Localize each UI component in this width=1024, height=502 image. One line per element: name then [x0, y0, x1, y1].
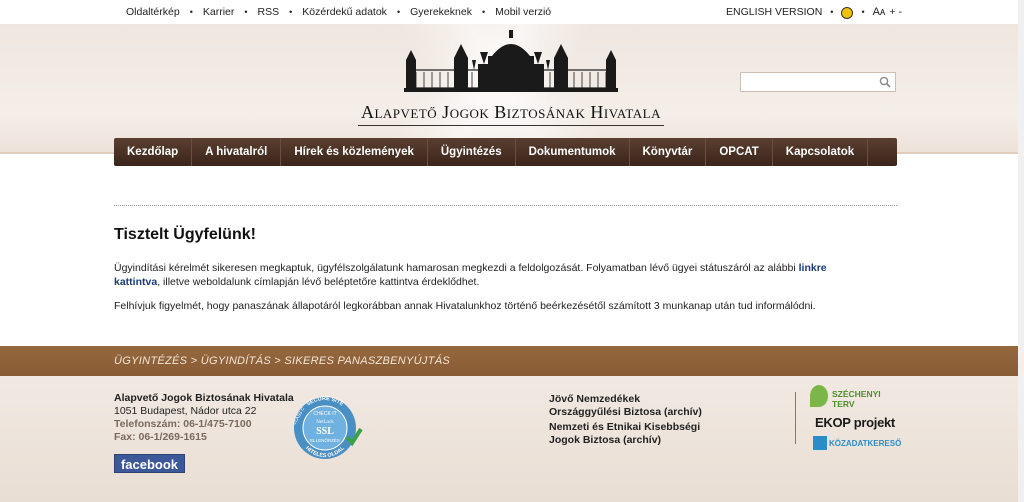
search-box	[740, 72, 896, 92]
footer-fax: Fax: 06-1/269-1615	[114, 431, 207, 443]
main-navigation: Kezdőlap A hivatalról Hírek és közlemény…	[114, 138, 897, 166]
separator-dot: •	[861, 7, 865, 17]
szechenyi-terv-logo[interactable]: SZÉCHENYI TERV	[810, 385, 900, 409]
font-size-plus-minus[interactable]: + -	[889, 6, 902, 18]
footer-org-name: Alapvető Jogok Biztosának Hivatala	[114, 392, 294, 404]
kozadat-text: KÖZADATKERESŐ	[829, 438, 902, 448]
site-logo[interactable]: Alapvető Jogok Biztosának Hivatala	[356, 30, 666, 126]
utility-links: Oldaltérkép • Karrier • RSS • Közérdekű …	[126, 6, 551, 18]
link-mobile[interactable]: Mobil verzió	[495, 6, 551, 18]
search-input[interactable]	[741, 74, 875, 92]
link-kids[interactable]: Gyerekeknek	[410, 6, 472, 18]
breadcrumb-bar: ÜGYINTÉZÉS > ÜGYINDÍTÁS > SIKERES PANASZ…	[0, 346, 1024, 376]
link-future-generations[interactable]: Jövő Nemzedékek Országgyűlési Biztosa (a…	[549, 393, 702, 419]
site-title: Alapvető Jogok Biztosának Hivatala	[360, 102, 662, 122]
footer-street: 1051 Budapest, Nádor utca 22	[114, 405, 257, 417]
ssl-badge-brand: NetLock	[316, 420, 334, 425]
separator-dot: •	[289, 7, 293, 17]
english-version-link[interactable]: ENGLISH VERSION	[726, 6, 822, 18]
font-size-icon: Aᴀ	[872, 6, 886, 18]
link-public-data[interactable]: Közérdekű adatok	[302, 6, 387, 18]
nav-documents[interactable]: Dokumentumok	[516, 138, 630, 166]
netlock-ssl-badge-icon[interactable]: SECURE SITE HITELES OLDAL CHECK IT NetLo…	[287, 395, 363, 461]
page-heading: Tisztelt Ügyfelünk!	[114, 226, 256, 243]
leaf-icon	[810, 385, 828, 407]
parliament-building-icon	[404, 30, 618, 92]
nav-contacts[interactable]: Kapcsolatok	[773, 138, 869, 166]
link-sitemap[interactable]: Oldaltérkép	[126, 6, 180, 18]
link-minorities[interactable]: Nemzeti és Etnikai Kisebbségi Jogok Bizt…	[549, 421, 702, 447]
link-line: Nemzeti és Etnikai Kisebbségi	[549, 421, 701, 433]
link-rss[interactable]: RSS	[258, 6, 280, 18]
paragraph-text: Ügyindítási kérelmét sikeresen megkaptuk…	[114, 262, 799, 274]
nav-case-handling[interactable]: Ügyintézés	[428, 138, 516, 166]
confirmation-paragraph: Ügyindítási kérelmét sikeresen megkaptuk…	[114, 262, 854, 289]
top-utility-bar: Oldaltérkép • Karrier • RSS • Közérdekű …	[0, 0, 1024, 24]
separator-dot: •	[830, 7, 834, 17]
ssl-badge-verify: ELLENŐRZÉS	[310, 437, 340, 443]
separator-dot: •	[396, 7, 401, 17]
nav-home[interactable]: Kezdőlap	[114, 138, 193, 166]
nav-opcat[interactable]: OPCAT	[706, 138, 773, 166]
nav-about[interactable]: A hivatalról	[192, 138, 282, 166]
link-line: Országgyűlési Biztosa (archív)	[549, 406, 702, 418]
paragraph-text: , illetve weboldalunk címlapján lévő bel…	[157, 275, 480, 288]
separator-dot: •	[189, 7, 193, 17]
footer-vertical-divider	[795, 392, 796, 444]
separator-dot: •	[481, 7, 486, 17]
breadcrumb[interactable]: ÜGYINTÉZÉS > ÜGYINDÍTÁS > SIKERES PANASZ…	[114, 355, 450, 367]
ekop-logo[interactable]: EKOP projekt	[815, 415, 895, 430]
link-line: Jövő Nemzedékek	[549, 393, 641, 405]
scrollbar[interactable]	[1018, 0, 1024, 502]
footer-address: Alapvető Jogok Biztosának Hivatala 1051 …	[114, 392, 294, 444]
nav-library[interactable]: Könyvtár	[630, 138, 707, 166]
footer-phone: Telefonszám: 06-1/475-7100	[114, 418, 252, 430]
search-icon[interactable]	[879, 76, 891, 88]
notice-paragraph: Felhívjuk figyelmét, hogy panaszának áll…	[114, 300, 816, 312]
ssl-badge-ssl: SSL	[316, 426, 334, 437]
main-content: Tisztelt Ügyfelünk! Ügyindítási kérelmét…	[114, 226, 897, 312]
utility-right: ENGLISH VERSION • • Aᴀ + -	[726, 6, 902, 19]
kozadat-icon	[813, 436, 827, 450]
szechenyi-text: SZÉCHENYI TERV	[832, 389, 881, 409]
link-career[interactable]: Karrier	[203, 6, 235, 18]
kozadatkereso-logo[interactable]: KÖZADATKERESŐ	[813, 436, 901, 450]
ssl-badge-check: CHECK IT	[313, 411, 336, 417]
link-line: Jogok Biztosa (archív)	[549, 434, 662, 446]
footer-links: Jövő Nemzedékek Országgyűlési Biztosa (a…	[549, 393, 702, 447]
separator-dot: •	[244, 7, 248, 17]
nav-news[interactable]: Hírek és közlemények	[281, 138, 428, 166]
accessibility-icon[interactable]	[841, 7, 854, 19]
facebook-button[interactable]: facebook	[114, 454, 185, 473]
title-underline	[358, 125, 664, 126]
content-divider	[114, 205, 897, 206]
